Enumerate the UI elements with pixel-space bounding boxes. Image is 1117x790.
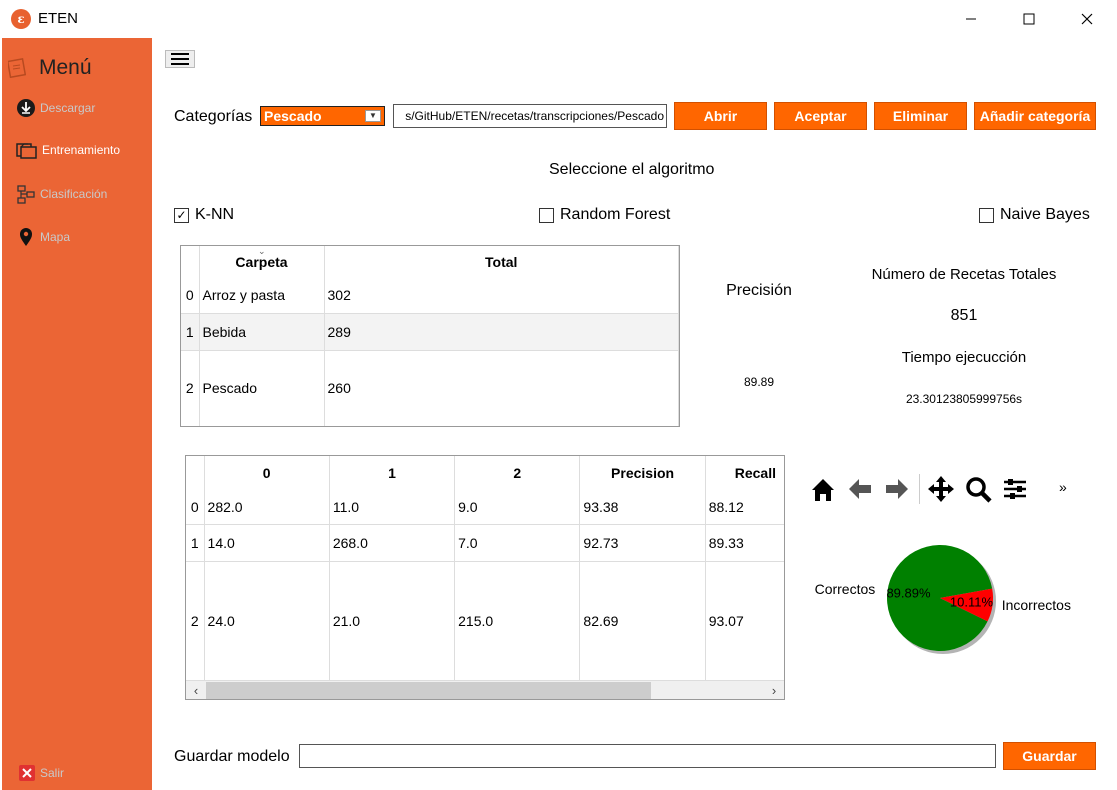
home-icon[interactable]: [808, 474, 838, 504]
column-header[interactable]: Recall: [705, 456, 784, 490]
model-name-input[interactable]: [299, 744, 996, 768]
more-icon[interactable]: »: [1059, 479, 1067, 495]
close-button[interactable]: [1064, 0, 1110, 38]
sidebar-item-label: Mapa: [40, 230, 71, 244]
map-pin-icon: [20, 228, 32, 246]
menu-book-icon: [6, 58, 27, 83]
total-recipes-label: Número de Recetas Totales: [871, 266, 1057, 283]
save-button[interactable]: Guardar: [1003, 742, 1096, 770]
configure-icon[interactable]: [1000, 474, 1030, 504]
save-model-label: Guardar modelo: [174, 748, 290, 765]
horizontal-scrollbar[interactable]: ‹ ›: [186, 680, 784, 699]
naive-bayes-checkbox[interactable]: Naive Bayes: [979, 206, 1090, 224]
table-row[interactable]: 1 14.0 268.0 7.0 92.73 89.33: [186, 524, 784, 561]
column-header[interactable]: 2: [454, 456, 581, 490]
close-icon: [1081, 13, 1093, 25]
table-row[interactable]: 0 Arroz y pasta 302: [181, 278, 679, 313]
folders-icon: [16, 143, 37, 159]
precision-label: Precisión: [726, 282, 792, 299]
table-row[interactable]: 0 282.0 11.0 9.0 93.38 88.12: [186, 490, 784, 524]
algorithm-title: Seleccione el algoritmo: [549, 161, 715, 178]
pie-value-label: 89.89%: [886, 586, 931, 601]
column-header[interactable]: 0: [204, 456, 330, 490]
scroll-right-icon[interactable]: ›: [766, 682, 782, 699]
scrollbar-thumb[interactable]: [206, 682, 651, 699]
category-select[interactable]: Pescado ▼: [260, 106, 385, 126]
column-header[interactable]: Total: [324, 246, 679, 278]
pie-label-incorrectos: Incorrectos: [1002, 597, 1071, 613]
minimize-button[interactable]: [948, 0, 994, 38]
random-forest-checkbox[interactable]: Random Forest: [539, 206, 670, 224]
precision-value: 89.89: [743, 375, 775, 389]
chevron-down-icon: ▼: [365, 110, 381, 122]
pan-icon[interactable]: [926, 474, 956, 504]
confusion-matrix-table: 0 1 2 Precision Recall 0 282.0 11.0 9.0 …: [185, 455, 785, 700]
folders-table: ⌄ Carpeta Total 0 Arroz y pasta 302 1 Be…: [180, 245, 680, 427]
sidebar-item-label: Entrenamiento: [42, 143, 121, 157]
naive-bayes-label: Naive Bayes: [1000, 206, 1090, 223]
hamburger-menu-button[interactable]: [165, 50, 195, 68]
sort-indicator-icon: ⌄: [258, 246, 266, 256]
add-category-button[interactable]: Añadir categoría: [974, 102, 1096, 130]
scroll-left-icon[interactable]: ‹: [188, 682, 204, 699]
minimize-icon: [966, 18, 976, 20]
sidebar-item-mapa[interactable]: Mapa: [16, 227, 70, 247]
table-row[interactable]: 2 Pescado 260: [181, 350, 679, 426]
app-logo-icon: ɛ: [11, 9, 31, 29]
forward-arrow-icon[interactable]: [882, 474, 912, 504]
category-path-input[interactable]: s/GitHub/ETEN/recetas/transcripciones/Pe…: [393, 104, 667, 128]
execution-time-label: Tiempo ejecucción: [901, 349, 1027, 366]
accuracy-pie-chart: Correctos 89.89% Incorrectos 10.11%: [815, 545, 1071, 654]
table-row[interactable]: 2 24.0 21.0 215.0 82.69 93.07: [186, 561, 784, 680]
checkbox-unchecked-icon: [979, 207, 994, 223]
sidebar: Menú Descargar Entrenamiento Clasificaci…: [2, 38, 152, 790]
column-header[interactable]: 1: [329, 456, 456, 490]
accept-button[interactable]: Aceptar: [774, 102, 867, 130]
network-icon: [17, 185, 35, 204]
open-button[interactable]: Abrir: [674, 102, 767, 130]
pie-label-correctos: Correctos: [815, 581, 876, 597]
category-selected-value: Pescado: [264, 108, 322, 124]
title-bar: ɛ ETEN: [0, 0, 1117, 38]
sidebar-item-label: Clasificación: [40, 187, 108, 201]
table-row[interactable]: 1 Bebida 289: [181, 313, 679, 350]
toolbar-separator: [919, 474, 920, 504]
download-icon: [17, 99, 35, 117]
total-recipes-value: 851: [950, 307, 978, 324]
exit-label: Salir: [40, 766, 65, 780]
sidebar-title: Menú: [39, 56, 92, 79]
sidebar-item-label: Descargar: [40, 101, 96, 115]
pie-value-label: 10.11%: [950, 594, 994, 609]
maximize-icon: [1023, 13, 1035, 25]
column-header[interactable]: Precision: [579, 456, 706, 490]
maximize-button[interactable]: [1006, 0, 1052, 38]
sidebar-item-entrenamiento[interactable]: Entrenamiento: [16, 141, 120, 159]
checkbox-unchecked-icon: [539, 207, 554, 223]
knn-label: K-NN: [195, 206, 235, 223]
zoom-icon[interactable]: [963, 474, 993, 504]
exit-icon: [19, 765, 35, 781]
window-title: ETEN: [38, 10, 79, 27]
knn-checkbox[interactable]: ✓ K-NN: [174, 206, 234, 224]
random-forest-label: Random Forest: [560, 206, 671, 223]
back-arrow-icon[interactable]: [845, 474, 875, 504]
execution-time-value: 23.30123805999756s: [905, 392, 1023, 406]
categories-label: Categorías: [174, 108, 253, 125]
sidebar-item-clasificacion[interactable]: Clasificación: [16, 184, 107, 204]
exit-button[interactable]: Salir: [18, 764, 64, 782]
checkbox-checked-icon: ✓: [174, 207, 189, 223]
delete-button[interactable]: Eliminar: [874, 102, 967, 130]
sidebar-item-descargar[interactable]: Descargar: [16, 98, 95, 118]
